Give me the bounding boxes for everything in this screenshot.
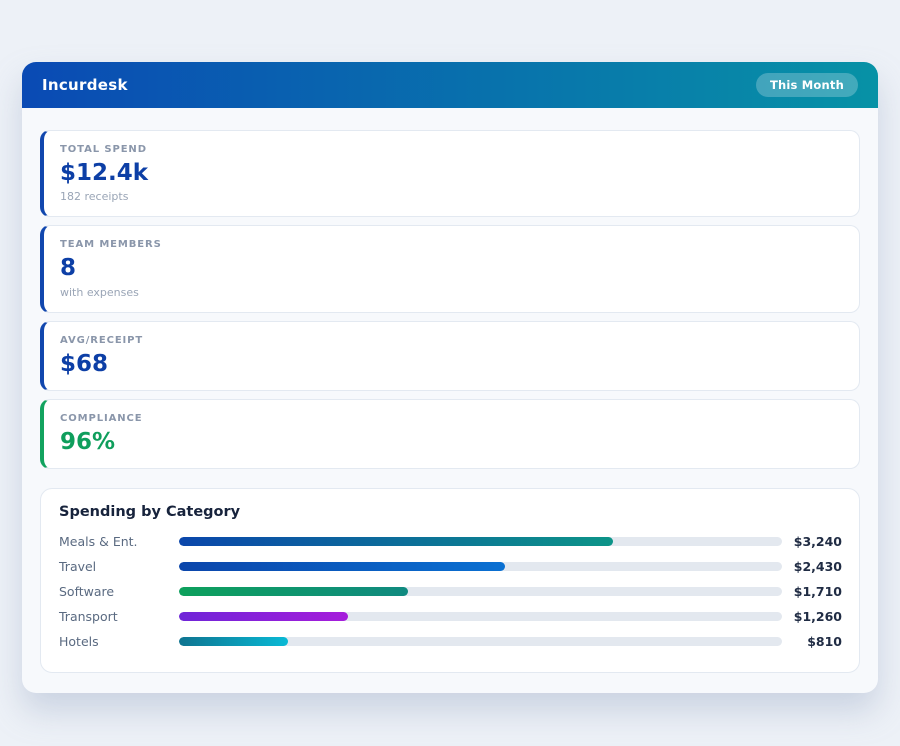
stat-card-team-members: TEAM MEMBERS 8 with expenses [40, 225, 860, 312]
category-label: Hotels [59, 634, 179, 649]
category-label: Software [59, 584, 179, 599]
stat-label: TOTAL SPEND [60, 144, 843, 155]
stat-value: $12.4k [60, 161, 843, 186]
stat-value: 8 [60, 256, 843, 281]
stat-label: COMPLIANCE [60, 413, 843, 424]
spending-card-title: Spending by Category [59, 504, 842, 520]
spend-row-meals: Meals & Ent. $3,240 [59, 529, 842, 554]
spending-by-category-card: Spending by Category Meals & Ent. $3,240… [40, 488, 860, 673]
stat-subtitle: with expenses [60, 286, 843, 299]
stat-label: AVG/RECEIPT [60, 335, 843, 346]
spend-row-travel: Travel $2,430 [59, 554, 842, 579]
stat-card-avg-receipt: AVG/RECEIPT $68 [40, 321, 860, 391]
bar-track [179, 612, 782, 621]
spend-row-software: Software $1,710 [59, 579, 842, 604]
bar-track [179, 587, 782, 596]
bar-fill-meals [179, 537, 613, 546]
bar-track [179, 562, 782, 571]
spend-row-hotels: Hotels $810 [59, 629, 842, 654]
bar-track [179, 637, 782, 646]
stat-card-total-spend: TOTAL SPEND $12.4k 182 receipts [40, 130, 860, 217]
category-value: $1,260 [782, 609, 842, 624]
category-value: $1,710 [782, 584, 842, 599]
category-value: $810 [782, 634, 842, 649]
category-label: Travel [59, 559, 179, 574]
stat-value: 96% [60, 430, 843, 455]
category-value: $3,240 [782, 534, 842, 549]
stat-card-compliance: COMPLIANCE 96% [40, 399, 860, 469]
stat-label: TEAM MEMBERS [60, 239, 843, 250]
dashboard-window: Incurdesk This Month TOTAL SPEND $12.4k … [22, 62, 878, 693]
category-label: Transport [59, 609, 179, 624]
dashboard-content: TOTAL SPEND $12.4k 182 receipts TEAM MEM… [22, 108, 878, 693]
stat-subtitle: 182 receipts [60, 190, 843, 203]
bar-fill-software [179, 587, 408, 596]
category-label: Meals & Ent. [59, 534, 179, 549]
bar-fill-travel [179, 562, 505, 571]
spend-row-transport: Transport $1,260 [59, 604, 842, 629]
period-badge[interactable]: This Month [756, 73, 858, 97]
stat-value: $68 [60, 352, 843, 377]
bar-fill-transport [179, 612, 348, 621]
bar-fill-hotels [179, 637, 288, 646]
category-value: $2,430 [782, 559, 842, 574]
bar-track [179, 537, 782, 546]
app-title: Incurdesk [42, 76, 128, 94]
app-header: Incurdesk This Month [22, 62, 878, 108]
